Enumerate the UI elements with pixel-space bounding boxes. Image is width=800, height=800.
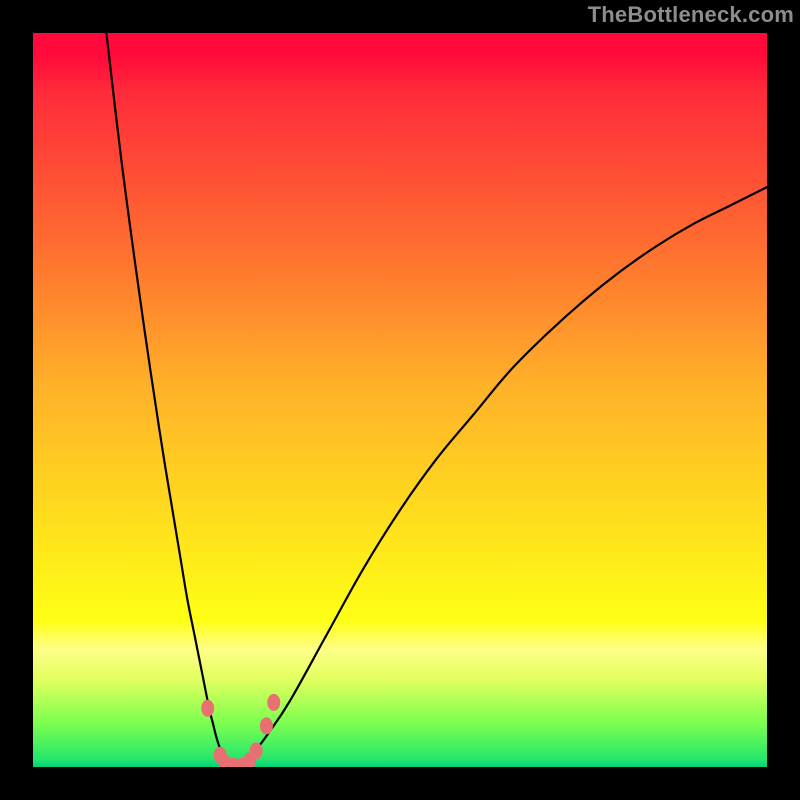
bottleneck-curve [106,33,767,767]
chart-plot-area [33,33,767,767]
chart-markers [201,694,280,767]
chart-marker [267,694,280,711]
chart-marker [250,742,263,759]
chart-svg [33,33,767,767]
watermark: TheBottleneck.com [588,2,794,28]
chart-marker [260,717,273,734]
chart-marker [201,700,214,717]
